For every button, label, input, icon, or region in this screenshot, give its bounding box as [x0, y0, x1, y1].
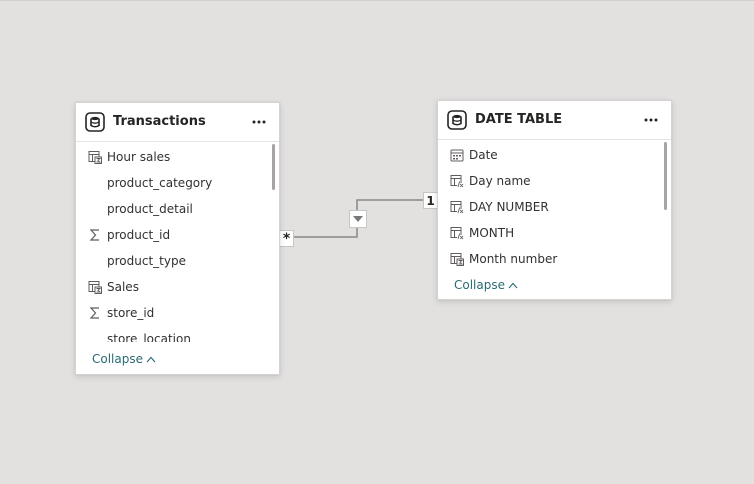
- calendar-icon: [450, 149, 464, 162]
- table-title: DATE TABLE: [475, 112, 563, 127]
- field-row[interactable]: store_location: [76, 326, 279, 342]
- scrollbar[interactable]: [272, 144, 275, 190]
- calculated-column-icon: [450, 227, 464, 240]
- field-label: Sales: [107, 280, 139, 294]
- field-label: product_id: [107, 228, 171, 242]
- calculated-column-icon: [450, 201, 464, 214]
- more-options-button[interactable]: [639, 108, 663, 132]
- field-row[interactable]: Date: [438, 142, 671, 168]
- sigma-icon: [89, 229, 99, 241]
- field-row[interactable]: MONTH: [438, 220, 671, 246]
- ellipsis-icon: [252, 120, 266, 124]
- field-label: Day name: [469, 174, 531, 188]
- field-row[interactable]: store_id: [76, 300, 279, 326]
- chevron-up-icon: [146, 356, 156, 363]
- field-label: product_detail: [107, 202, 193, 216]
- table-title: Transactions: [113, 114, 206, 129]
- scrollbar[interactable]: [664, 142, 667, 210]
- collapse-button[interactable]: Collapse: [454, 278, 518, 292]
- collapse-label: Collapse: [92, 352, 143, 366]
- field-row[interactable]: Day name: [438, 168, 671, 194]
- cardinality-one-badge: 1: [423, 192, 438, 209]
- measure-table-icon: [88, 151, 102, 164]
- field-row[interactable]: product_detail: [76, 196, 279, 222]
- field-label: store_id: [107, 306, 155, 320]
- measure-table-icon: [88, 281, 102, 294]
- collapse-label: Collapse: [454, 278, 505, 292]
- chevron-up-icon: [508, 282, 518, 289]
- field-label: store_location: [107, 332, 191, 342]
- field-label: product_type: [107, 254, 186, 268]
- field-row[interactable]: Hour sales: [76, 144, 279, 170]
- table-icon: [447, 110, 467, 130]
- field-label: Date: [469, 148, 498, 162]
- field-label: product_category: [107, 176, 213, 190]
- filter-direction-icon[interactable]: [349, 210, 367, 228]
- field-list[interactable]: Date Day name DAY NUMBER MONTH Month num…: [438, 140, 671, 270]
- collapse-button[interactable]: Collapse: [92, 352, 156, 366]
- table-icon: [85, 112, 105, 132]
- ellipsis-icon: [644, 118, 658, 122]
- field-row[interactable]: product_id: [76, 222, 279, 248]
- field-label: DAY NUMBER: [469, 200, 549, 214]
- more-options-button[interactable]: [247, 110, 271, 134]
- field-label: Month number: [469, 252, 558, 266]
- field-label: Hour sales: [107, 150, 171, 164]
- sigma-icon: [89, 307, 99, 319]
- field-row[interactable]: Sales: [76, 274, 279, 300]
- table-card-header[interactable]: DATE TABLE: [438, 101, 671, 140]
- table-card-transactions[interactable]: Transactions Hour sales product_category…: [75, 102, 280, 375]
- measure-table-icon: [450, 253, 464, 266]
- table-card-date-table[interactable]: DATE TABLE Date Day name DAY NUMBER MONT…: [437, 100, 672, 300]
- field-label: MONTH: [469, 226, 515, 240]
- table-card-header[interactable]: Transactions: [76, 103, 279, 142]
- field-row[interactable]: Month number: [438, 246, 671, 270]
- calculated-column-icon: [450, 175, 464, 188]
- field-row[interactable]: product_category: [76, 170, 279, 196]
- field-row[interactable]: product_type: [76, 248, 279, 274]
- cardinality-many-badge: *: [279, 230, 294, 247]
- field-list[interactable]: Hour sales product_category product_deta…: [76, 142, 279, 342]
- field-row[interactable]: DAY NUMBER: [438, 194, 671, 220]
